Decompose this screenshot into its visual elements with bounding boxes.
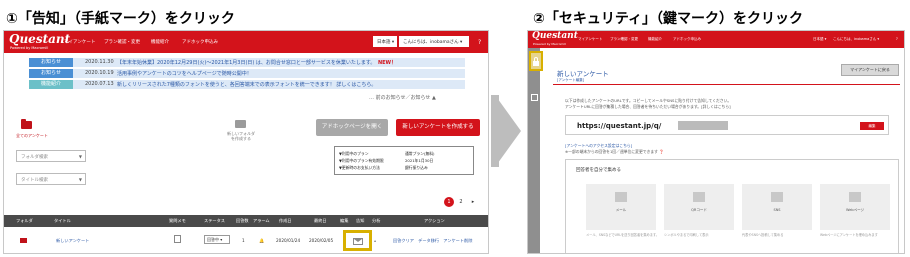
qrcode-icon: [693, 192, 705, 202]
news-badge: お知らせ: [29, 69, 73, 78]
sns-card[interactable]: SNS: [742, 184, 812, 230]
analysis-icon[interactable]: ▴: [374, 238, 376, 243]
header-bar: Questant Powered by Macromill マイアンケート プラ…: [528, 31, 904, 48]
page-2[interactable]: 2: [456, 197, 466, 207]
folder-icon[interactable]: [21, 119, 32, 129]
logo-subtitle: Powered by Macromill: [533, 42, 566, 46]
nav-my-surveys[interactable]: マイアンケート: [578, 37, 602, 42]
status-select[interactable]: 回答中 ▾: [204, 235, 230, 244]
news-item[interactable]: 機能紹介 2020.07.13 新しくリリースされた7種類のフォントを使うと、各…: [29, 80, 465, 89]
news-text: 【年末年始休業】2020年12月29日(火)～2021年1月3日(日) は、お問…: [117, 60, 397, 66]
breadcrumb[interactable]: [アンケート編集]: [557, 78, 584, 83]
news-item[interactable]: お知らせ 2020.11.30 【年末年始休業】2020年12月29日(火)～2…: [29, 58, 465, 67]
envelope-icon[interactable]: [353, 238, 363, 245]
alarm-icon[interactable]: 🔔: [259, 238, 264, 244]
new-folder-label[interactable]: 新しいフォルダを作成する: [226, 131, 256, 141]
user-menu[interactable]: こんにちは、inobamaさん ▾: [399, 36, 469, 47]
row-actions[interactable]: 回答クリア データ移行 アンケート削除: [393, 238, 472, 244]
news-badge: お知らせ: [29, 58, 73, 67]
memo-icon[interactable]: [174, 235, 181, 243]
survey-title-link[interactable]: 新しいアンケート: [56, 238, 89, 244]
created-date: 2020/01/24: [276, 238, 301, 243]
screenshot-my-surveys: Questant Powered by Macromill マイアンケート プラ…: [3, 30, 489, 254]
page-title: 新しいアンケート: [557, 70, 609, 78]
questant-logo[interactable]: Questant: [9, 32, 70, 46]
chevron-down-icon: ▼: [78, 154, 82, 159]
create-survey-button[interactable]: 新しいアンケートを作成する: [396, 119, 480, 136]
questant-logo[interactable]: Questant: [532, 31, 578, 41]
help-icon[interactable]: ?: [896, 37, 898, 41]
side-toolbar: [528, 48, 540, 253]
screenshot-survey-edit: Questant Powered by Macromill マイアンケート プラ…: [527, 30, 905, 254]
page-1[interactable]: 1: [444, 197, 454, 207]
news-item[interactable]: お知らせ 2020.10.19 活用事例やアンケートのコツをヘルプページで随時公…: [29, 69, 465, 78]
url-edit-button[interactable]: 編集: [860, 122, 884, 130]
news-badge: 機能紹介: [29, 80, 73, 89]
webpage-card[interactable]: Webページ: [820, 184, 890, 230]
chevron-down-icon: ▼: [78, 177, 82, 182]
web-icon: [849, 192, 861, 202]
access-note: ※一部の端末からの回答を1回／週単位に変更できます ❓: [565, 149, 664, 154]
folder-search-input[interactable]: フォルダ検索 ▼: [16, 150, 86, 162]
step2-instruction: ②「セキュリティ」（鍵マーク）をクリック: [533, 11, 804, 27]
settings-icon[interactable]: [531, 94, 538, 101]
nav-adhoc[interactable]: アドホック申込み: [673, 37, 701, 42]
mail-icon: [615, 192, 627, 202]
language-select[interactable]: 日本語 ▾: [373, 36, 397, 47]
nav-plan[interactable]: プラン確認・変更: [610, 37, 638, 42]
divider: [553, 84, 900, 85]
page-next[interactable]: ▸: [468, 197, 478, 207]
nav-adhoc[interactable]: アドホック申込み: [182, 39, 218, 45]
news-date: 2020.11.30: [85, 59, 114, 65]
qrcode-card[interactable]: QRコード: [664, 184, 734, 230]
url-redacted: [678, 121, 728, 130]
back-to-my-surveys-button[interactable]: マイアンケートに戻る: [841, 64, 899, 76]
next-step-arrow-icon: [495, 95, 521, 167]
security-button-highlight[interactable]: [529, 51, 543, 71]
nav-plan[interactable]: プラン確認・変更: [104, 39, 140, 45]
open-adhoc-button[interactable]: アドホックページを開く: [316, 119, 388, 136]
response-count: 1: [242, 238, 245, 243]
news-text: 新しくリリースされた7種類のフォントを使うと、各回答端末での表示フォントを統一で…: [117, 82, 377, 88]
help-icon[interactable]: ?: [478, 39, 481, 46]
news-text: 活用事例やアンケートのコツをヘルプページで随時公開中！: [117, 71, 252, 77]
step1-instruction: ①「告知」（手紙マーク）をクリック: [6, 11, 235, 27]
plan-info-box: ▼利用中のプラン 通常プラン(無料) ▼利用中のプラン有効期限 2021年1月30日…: [334, 146, 474, 175]
url-note: アンケートURLに回答が集積した場合、回答者を待ちいただい場合があります。[詳し…: [565, 104, 731, 109]
collect-respondents-panel: 回答者を自分で集める メール QRコード SNS Webページ メール、SNSな…: [565, 159, 899, 253]
table-row: 新しいアンケート 回答中 ▾ 1 🔔 2020/01/24 2020/02/05…: [4, 227, 488, 253]
header-bar: Questant Powered by Macromill マイアンケート プラ…: [4, 31, 488, 53]
news-date: 2020.07.13: [85, 81, 114, 87]
new-folder-icon[interactable]: [235, 120, 246, 128]
survey-url-box[interactable]: https://questant.jp/q/ 編集: [565, 115, 889, 135]
nav-features[interactable]: 機能紹介: [151, 39, 169, 45]
nav-features[interactable]: 機能紹介: [648, 37, 662, 42]
nav-my-surveys[interactable]: マイアンケート: [64, 39, 95, 45]
title-search-input[interactable]: タイトル検索 ▼: [16, 173, 86, 185]
news-date: 2020.10.19: [85, 70, 114, 76]
announce-button-highlight[interactable]: [343, 230, 372, 251]
folder-icon: [20, 238, 27, 243]
all-surveys-label[interactable]: 全てのアンケート: [16, 133, 48, 139]
email-card[interactable]: メール: [586, 184, 656, 230]
user-menu[interactable]: こんにちは、inobamaさん ▾: [833, 37, 879, 42]
language-select[interactable]: 日本語 ▾: [813, 37, 826, 42]
survey-url[interactable]: https://questant.jp/q/: [577, 122, 661, 130]
table-header: フォルダ タイトル 質問メモ ステータス 回答数 アラーム 作成日 最終日 編集…: [4, 215, 488, 227]
logo-subtitle: Powered by Macromill: [10, 46, 49, 50]
panel-title: 回答者を自分で集める: [576, 168, 621, 173]
sns-icon: [771, 192, 783, 202]
final-date: 2020/02/05: [309, 238, 334, 243]
news-archive-link[interactable]: … 前のお知らせ／お知らせ ▲: [369, 94, 436, 101]
